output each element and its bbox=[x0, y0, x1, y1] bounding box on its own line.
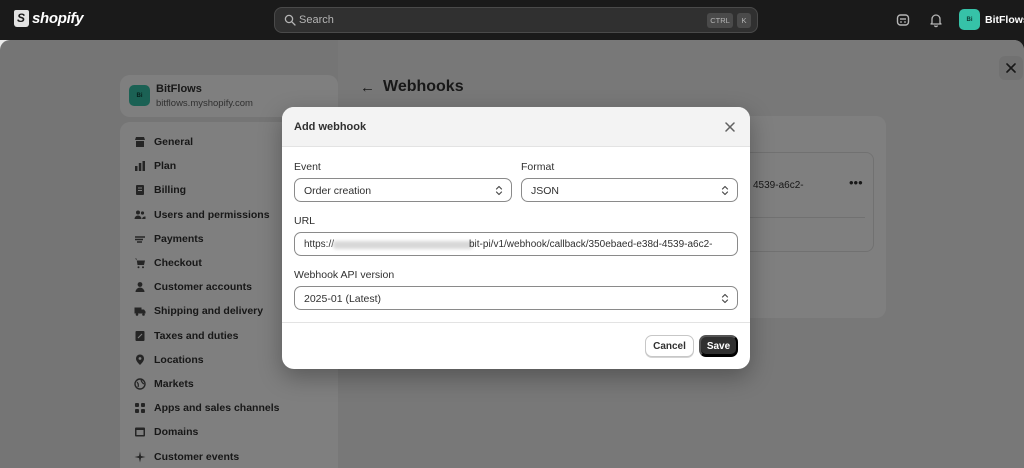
format-value: JSON bbox=[531, 185, 560, 197]
search-placeholder: Search bbox=[299, 14, 334, 26]
search-icon bbox=[284, 14, 296, 26]
store-name: BitFlows bbox=[985, 13, 1024, 26]
select-chevron-icon bbox=[495, 185, 503, 196]
event-label: Event bbox=[294, 161, 321, 173]
shortcut-ctrl-key: CTRL bbox=[707, 13, 733, 28]
save-button[interactable]: Save bbox=[699, 335, 738, 357]
api-version-label: Webhook API version bbox=[294, 269, 395, 281]
url-label: URL bbox=[294, 215, 316, 227]
url-input[interactable]: https:// bit-pi/v1/webhook/callback/350e… bbox=[294, 232, 738, 256]
shopify-logo[interactable]: shopify bbox=[14, 10, 84, 27]
url-prefix: https:// bbox=[304, 239, 335, 250]
select-chevron-icon bbox=[721, 293, 729, 304]
format-select[interactable]: JSON bbox=[521, 178, 738, 202]
shopify-bag-icon bbox=[14, 10, 29, 27]
select-chevron-icon bbox=[721, 185, 729, 196]
shortcut-k-key: K bbox=[737, 13, 751, 28]
event-select[interactable]: Order creation bbox=[294, 178, 512, 202]
cancel-button[interactable]: Cancel bbox=[645, 335, 694, 357]
close-icon[interactable] bbox=[723, 120, 737, 134]
url-suffix: bit-pi/v1/webhook/callback/350ebaed-e38d… bbox=[469, 239, 713, 250]
api-version-select[interactable]: 2025-01 (Latest) bbox=[294, 286, 738, 310]
redacted-url-segment bbox=[333, 241, 473, 249]
modal-header: Add webhook bbox=[282, 107, 750, 147]
format-label: Format bbox=[521, 161, 555, 173]
store-avatar: Bi bbox=[959, 9, 980, 30]
api-version-value: 2025-01 (Latest) bbox=[304, 293, 382, 305]
modal-footer-divider bbox=[282, 322, 750, 323]
add-webhook-modal: Add webhook Event Order creation Format … bbox=[282, 107, 750, 369]
modal-title: Add webhook bbox=[294, 121, 367, 133]
store-menu-button[interactable]: Bi BitFlows bbox=[959, 9, 1024, 30]
search-bar[interactable]: Search CTRL K bbox=[274, 7, 758, 33]
top-bar: shopify Search CTRL K Bi BitFlows bbox=[0, 0, 1024, 40]
event-value: Order creation bbox=[304, 185, 372, 197]
sidekick-icon[interactable] bbox=[895, 12, 911, 28]
bell-icon[interactable] bbox=[928, 12, 944, 28]
brand-wordmark: shopify bbox=[32, 10, 84, 27]
